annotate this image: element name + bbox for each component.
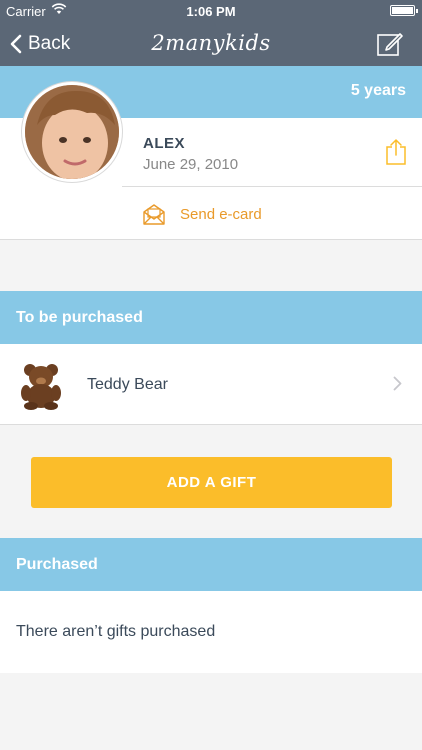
app-logo: 2manykids bbox=[151, 31, 271, 55]
share-icon[interactable] bbox=[384, 138, 408, 166]
battery-icon bbox=[390, 5, 418, 16]
divider bbox=[122, 186, 422, 187]
purchased-empty-state: There aren’t gifts purchased bbox=[0, 591, 422, 673]
status-bar: Carrier 1:06 PM bbox=[0, 0, 422, 22]
purchased-header: Purchased bbox=[0, 538, 422, 591]
add-gift-button[interactable]: ADD A GIFT bbox=[31, 457, 392, 508]
gift-name: Teddy Bear bbox=[87, 376, 168, 393]
chevron-right-icon bbox=[393, 376, 402, 391]
envelope-icon bbox=[143, 204, 165, 225]
to-be-purchased-header: To be purchased bbox=[0, 291, 422, 344]
navigation-bar: Carrier 1:06 PM Back 2manykids bbox=[0, 0, 422, 66]
empty-state-text: There aren’t gifts purchased bbox=[16, 623, 216, 640]
send-ecard-button[interactable]: Send e-card bbox=[142, 200, 262, 228]
send-ecard-label: Send e-card bbox=[180, 205, 262, 223]
list-item[interactable]: Teddy Bear bbox=[0, 344, 422, 425]
age-label: 5 years bbox=[350, 82, 406, 99]
avatar bbox=[22, 82, 122, 182]
edit-icon[interactable] bbox=[376, 30, 404, 58]
child-name: ALEX bbox=[143, 135, 186, 152]
teddy-bear-image bbox=[21, 364, 61, 410]
clock: 1:06 PM bbox=[186, 4, 236, 19]
child-birthdate: June 29, 2010 bbox=[143, 156, 239, 173]
